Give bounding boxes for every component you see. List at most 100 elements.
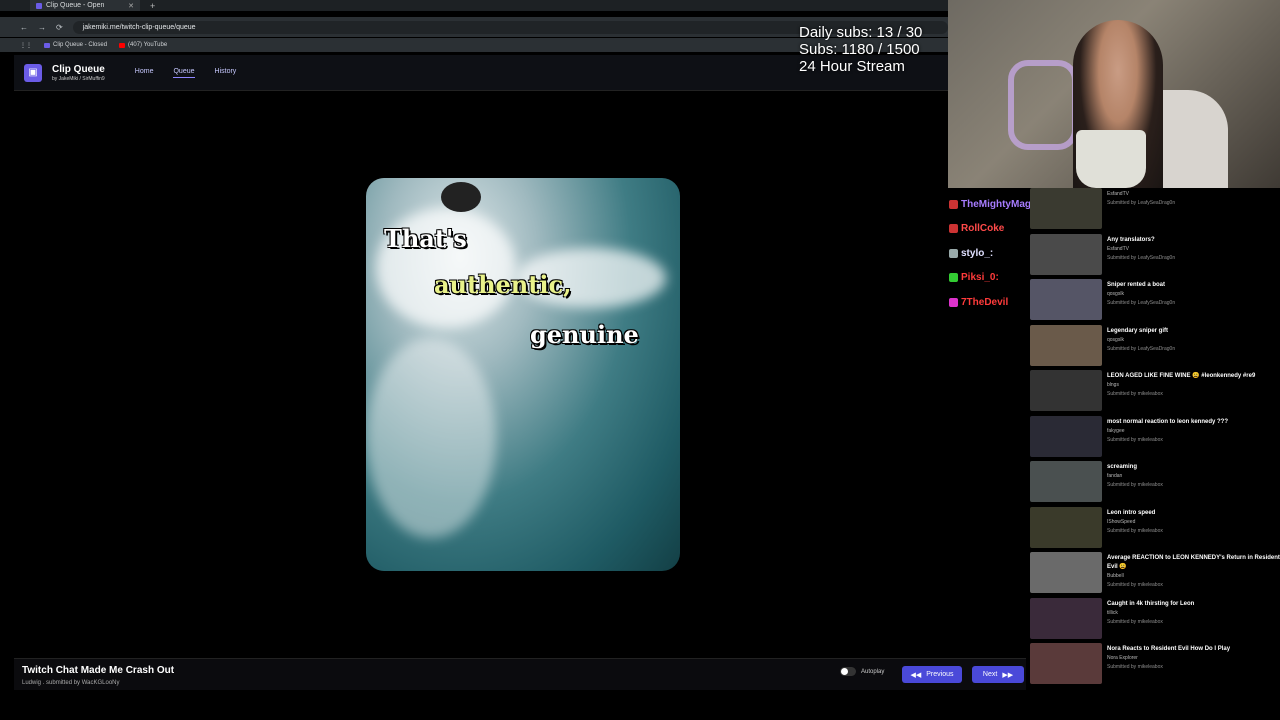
main-nav: Home Queue History xyxy=(135,68,237,78)
nav-history[interactable]: History xyxy=(215,68,237,78)
close-tab-icon[interactable]: ✕ xyxy=(128,2,134,10)
queue-item[interactable]: Legendary sniper gift qosgslk Submitted by… xyxy=(1030,324,1280,371)
clip-thumbnail xyxy=(1030,597,1102,639)
food-bowl-shape xyxy=(1076,130,1146,188)
queue-item-submitter: Submitted by mikeleabox xyxy=(1107,582,1163,588)
clip-queue-logo-icon: ▣ xyxy=(24,63,42,82)
clip-thumbnail xyxy=(1030,279,1102,320)
bookmark-favicon-icon xyxy=(44,42,50,48)
queue-item-channel: qosgslk xyxy=(1107,291,1124,297)
wave-foam xyxy=(366,338,496,538)
queue-item-title: Caught in 4k thirsting for Leon xyxy=(1107,600,1195,607)
queue-item-channel: fandan xyxy=(1107,473,1123,479)
nav-queue[interactable]: Queue xyxy=(173,68,195,78)
queue-item-title: Nora Reacts to Resident Evil How Do I Pl… xyxy=(1107,646,1231,652)
queue-item[interactable]: Any translators? EsfandTV Submitted by Lea… xyxy=(1030,233,1280,280)
previous-label: Previous xyxy=(926,671,954,678)
current-clip-title: Twitch Chat Made Me Crash Out xyxy=(22,665,175,676)
chat-username: Piksi_0: xyxy=(961,272,999,284)
daily-subs-text: Daily subs: 13 / 30 xyxy=(799,24,923,41)
queue-item-title: most normal reaction to leon kennedy ??? xyxy=(1107,418,1229,425)
queue-item-title: screaming xyxy=(1107,464,1138,470)
clip-thumbnail xyxy=(1030,233,1102,275)
queue-item-submitter: Submitted by mikeleabox xyxy=(1107,391,1163,397)
queue-item[interactable]: Nora Reacts to Resident Evil How Do I Pl… xyxy=(1030,643,1280,689)
queue-item-submitter: Submitted by mikeleabox xyxy=(1107,436,1163,443)
queue-item-title: Legendary sniper gift xyxy=(1107,327,1169,334)
queue-item[interactable]: Caught in 4k thirsting for Leon tillick Su… xyxy=(1030,597,1280,644)
queue-item-channel: blngs xyxy=(1107,382,1119,388)
new-tab-icon[interactable]: + xyxy=(150,1,155,11)
chat-username: RollCoke xyxy=(961,223,1005,235)
queue-item[interactable]: EsfandTV Submitted by LeafySeaDrag0n xyxy=(1030,188,1280,234)
reload-icon[interactable]: ⟳ xyxy=(56,23,63,32)
chat-badge-icon xyxy=(949,199,958,209)
clip-thumbnail xyxy=(1030,461,1102,502)
current-clip-subtitle: Ludwig . submitted by WacKGLooNy xyxy=(22,680,120,686)
browser-tab[interactable]: Clip Queue - Open ✕ xyxy=(30,0,140,11)
rock-shape xyxy=(441,182,481,212)
stream-goal-overlay: Daily subs: 13 / 30 Subs: 1180 / 1500 24… xyxy=(799,24,922,75)
fast-forward-icon: ▶▶ xyxy=(1002,671,1014,679)
caption-word: authentic, xyxy=(434,270,572,299)
chat-badge-icon xyxy=(949,248,958,258)
queue-item[interactable]: Leon intro speed IShowSpeed Submitted by m… xyxy=(1030,506,1280,553)
queue-item-submitter: Submitted by mikeleabox xyxy=(1107,618,1163,625)
queue-item[interactable]: LEON AGED LIKE FINE WINE 😩 #leonkennedy … xyxy=(1030,370,1280,416)
rewind-icon: ◀◀ xyxy=(910,671,922,679)
bookmark-clip-queue[interactable]: Clip Queue - Closed xyxy=(44,42,107,48)
bookmark-label: Clip Queue - Closed xyxy=(53,42,108,48)
queue-item-submitter: Submitted by LeafySeaDrag0n xyxy=(1107,254,1176,261)
clip-thumbnail xyxy=(1030,324,1102,366)
queue-item-channel: IShowSpeed xyxy=(1107,518,1136,525)
forward-icon[interactable]: → xyxy=(38,23,46,32)
back-icon[interactable]: ← xyxy=(20,23,28,32)
youtube-icon xyxy=(119,42,126,48)
chat-message: TheMightyMag xyxy=(949,192,1039,217)
clip-thumbnail xyxy=(1030,370,1102,411)
queue-item-channel: fakygee xyxy=(1107,427,1125,434)
queue-item[interactable]: Average REACTION to LEON KENNEDY's Retur… xyxy=(1030,552,1280,598)
queue-item-channel: tillick xyxy=(1107,609,1118,616)
apps-grid-icon[interactable]: ⋮⋮ xyxy=(20,42,32,49)
chat-badge-icon xyxy=(949,273,958,283)
queue-item-submitter: Submitted by LeafySeaDrag0n xyxy=(1107,200,1176,206)
next-button[interactable]: Next ▶▶ xyxy=(972,666,1024,683)
queue-item[interactable]: screaming fandan Submitted by mikeleabox xyxy=(1030,461,1280,507)
autoplay-control[interactable]: Autoplay xyxy=(840,667,884,676)
chat-username: TheMightyMag xyxy=(961,198,1031,210)
chat-message: 7TheDevil xyxy=(949,290,1039,315)
bookmark-youtube[interactable]: (407) YouTube xyxy=(119,42,167,48)
queue-item-submitter: Submitted by mikeleabox xyxy=(1107,527,1163,534)
next-label: Next xyxy=(982,671,998,678)
queue-item-title: Sniper rented a boat xyxy=(1107,282,1166,288)
clip-thumbnail xyxy=(1030,188,1102,229)
bookmark-label: (407) YouTube xyxy=(128,42,168,48)
webcam-feed xyxy=(948,0,1280,188)
previous-button[interactable]: ◀◀ Previous xyxy=(902,666,962,683)
autoplay-label: Autoplay xyxy=(861,668,885,675)
caption-word: That's xyxy=(384,224,467,253)
queue-item[interactable]: most normal reaction to leon kennedy ???… xyxy=(1030,415,1280,462)
stream-label: 24 Hour Stream xyxy=(799,58,905,75)
nav-home[interactable]: Home xyxy=(135,68,154,78)
clip-queue-list: EsfandTV Submitted by LeafySeaDrag0n Any … xyxy=(1030,188,1280,684)
queue-item-submitter: Submitted by LeafySeaDrag0n xyxy=(1107,300,1176,306)
queue-item-channel: qosgslk xyxy=(1107,336,1124,343)
autoplay-toggle[interactable] xyxy=(840,667,856,676)
clip-thumbnail xyxy=(1030,415,1102,457)
queue-item[interactable]: Sniper rented a boat qosgslk Submitted by … xyxy=(1030,279,1280,325)
queue-item-channel: EsfandTV xyxy=(1107,245,1129,252)
caption-word: genuine xyxy=(530,320,639,349)
queue-item-channel: EsfandTV xyxy=(1107,191,1129,197)
chat-message: stylo_: xyxy=(949,241,1039,266)
queue-item-submitter: Submitted by LeafySeaDrag0n xyxy=(1107,345,1176,352)
queue-item-channel: Bubbell xyxy=(1107,573,1124,579)
tab-favicon-icon xyxy=(36,2,42,9)
url-text: jakemiki.me/twitch-clip-queue/queue xyxy=(82,23,196,31)
queue-item-submitter: Submitted by mikeleabox xyxy=(1107,664,1163,670)
queue-item-title: Leon intro speed xyxy=(1107,509,1156,516)
chat-overlay: TheMightyMag RollCoke stylo_: Piksi_0: 7… xyxy=(949,192,1039,315)
browser-tab-bar: Clip Queue - Open ✕ + xyxy=(0,0,948,11)
chat-message: RollCoke xyxy=(949,217,1039,242)
